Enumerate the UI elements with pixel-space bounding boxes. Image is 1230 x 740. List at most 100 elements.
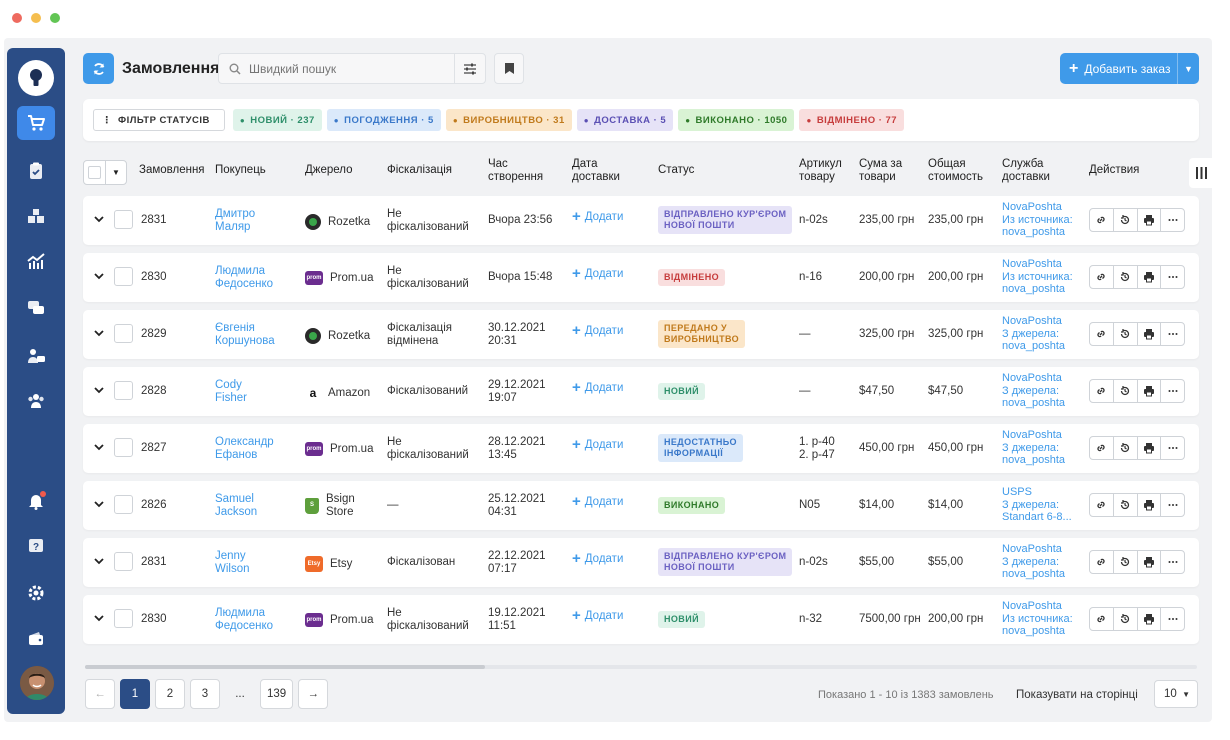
brand-logo[interactable] (18, 60, 54, 96)
status-chip[interactable]: ● ВІДМІНЕНО · 77 (799, 109, 905, 131)
col-delivery[interactable]: Дата доставки (572, 158, 620, 184)
add-delivery-date-button[interactable]: + Додати (572, 551, 623, 565)
prev-page-button[interactable]: ← (85, 679, 115, 709)
next-page-button[interactable]: → (298, 679, 329, 709)
add-order-button[interactable]: + Добавить заказ ▼ (1060, 53, 1199, 84)
copy-link-button[interactable] (1090, 608, 1114, 630)
copy-link-button[interactable] (1090, 551, 1114, 573)
history-button[interactable] (1114, 380, 1138, 402)
table-row[interactable]: 2831 Дмитро Маляр Rozetka Не фіскалізований Вч… (83, 196, 1199, 245)
sidebar-item-warehouse[interactable] (17, 199, 55, 233)
add-delivery-date-button[interactable]: + Додати (572, 323, 623, 337)
status-badge[interactable]: НОВИЙ (658, 383, 705, 400)
history-button[interactable] (1114, 323, 1138, 345)
table-row[interactable]: 2827 Олександр Ефанов prom Prom.ua Не фіскаліз… (83, 424, 1199, 473)
buyer-link[interactable]: Samuel Jackson (215, 493, 257, 518)
expand-row-icon[interactable] (94, 442, 104, 452)
col-created[interactable]: Час створення (488, 158, 543, 184)
copy-link-button[interactable] (1090, 323, 1114, 345)
more-options-button[interactable] (1161, 437, 1184, 459)
more-options-button[interactable] (1161, 380, 1184, 402)
buyer-link[interactable]: Cody Fisher (215, 379, 247, 404)
history-button[interactable] (1114, 608, 1138, 630)
print-button[interactable] (1138, 608, 1162, 630)
print-button[interactable] (1138, 551, 1162, 573)
copy-link-button[interactable] (1090, 266, 1114, 288)
col-buyer[interactable]: Покупець (215, 164, 266, 177)
add-delivery-date-button[interactable]: + Додати (572, 380, 623, 394)
saved-filters-button[interactable] (494, 53, 524, 84)
row-checkbox[interactable] (114, 438, 133, 457)
history-button[interactable] (1114, 209, 1138, 231)
row-checkbox[interactable] (114, 324, 133, 343)
expand-row-icon[interactable] (94, 556, 104, 566)
row-checkbox[interactable] (114, 210, 133, 229)
maximize-window-dot[interactable] (50, 13, 60, 23)
buyer-link[interactable]: Євгенія Коршунова (215, 322, 275, 347)
table-row[interactable]: 2828 Cody Fisher a Amazon Фіскалізований 29.12… (83, 367, 1199, 416)
horizontal-scrollbar[interactable] (85, 665, 1197, 669)
order-number[interactable]: 2827 (141, 442, 167, 455)
col-order[interactable]: Замовлення (139, 164, 205, 177)
status-chip[interactable]: ● ВИКОНАНО · 1050 (678, 109, 795, 131)
shipping-service[interactable]: NovaPoshta Из источника: nova_poshta (1002, 600, 1073, 638)
sidebar-item-analytics[interactable] (17, 244, 55, 278)
sidebar-item-settings[interactable] (17, 576, 55, 610)
page-button[interactable]: 2 (155, 679, 185, 709)
sidebar-item-support[interactable] (17, 339, 55, 373)
print-button[interactable] (1138, 380, 1162, 402)
order-number[interactable]: 2830 (141, 613, 167, 626)
more-options-button[interactable] (1161, 551, 1184, 573)
print-button[interactable] (1138, 494, 1162, 516)
col-source[interactable]: Джерело (305, 164, 353, 177)
order-number[interactable]: 2830 (141, 271, 167, 284)
select-all-checkbox[interactable] (84, 161, 106, 184)
order-number[interactable]: 2831 (141, 556, 167, 569)
copy-link-button[interactable] (1090, 380, 1114, 402)
sidebar-item-wallet[interactable] (17, 622, 55, 656)
status-chip[interactable]: ● ПОГОДЖЕННЯ · 5 (326, 109, 441, 131)
status-badge[interactable]: ВІДПРАВЛЕНО КУР'ЄРОМ НОВОЇ ПОШТИ (658, 206, 793, 234)
page-button[interactable]: 3 (190, 679, 220, 709)
col-total[interactable]: Общая стоимость (928, 158, 983, 184)
shipping-service[interactable]: NovaPoshta З джерела: nova_poshta (1002, 543, 1065, 581)
add-delivery-date-button[interactable]: + Додати (572, 266, 623, 280)
chevron-down-icon[interactable]: ▼ (106, 161, 126, 184)
sidebar-item-chats[interactable] (17, 291, 55, 325)
col-sum[interactable]: Сума за товари (859, 158, 902, 184)
more-options-button[interactable] (1161, 323, 1184, 345)
shipping-service[interactable]: NovaPoshta Из источника: nova_poshta (1002, 201, 1073, 239)
add-delivery-date-button[interactable]: + Додати (572, 494, 623, 508)
shipping-service[interactable]: NovaPoshta З джерела: nova_poshta (1002, 429, 1065, 467)
status-chip[interactable]: ● ДОСТАВКА · 5 (576, 109, 674, 131)
expand-row-icon[interactable] (94, 499, 104, 509)
add-delivery-date-button[interactable]: + Додати (572, 437, 623, 451)
status-badge[interactable]: ПЕРЕДАНО У ВИРОБНИЦТВО (658, 320, 746, 348)
shipping-service[interactable]: NovaPoshta З джерела: nova_poshta (1002, 315, 1065, 353)
print-button[interactable] (1138, 323, 1162, 345)
table-row[interactable]: 2831 Jenny Wilson Etsy Etsy Фіскалізован 22.12… (83, 538, 1199, 587)
copy-link-button[interactable] (1090, 437, 1114, 459)
buyer-link[interactable]: Людмила Федосенко (215, 265, 273, 290)
more-options-button[interactable] (1161, 266, 1184, 288)
add-delivery-date-button[interactable]: + Додати (572, 209, 623, 223)
col-status[interactable]: Статус (658, 164, 694, 177)
table-row[interactable]: 2830 Людмила Федосенко prom Prom.ua Не фіскалі… (83, 253, 1199, 302)
add-delivery-date-button[interactable]: + Додати (572, 608, 623, 622)
status-chip[interactable]: ● НОВИЙ · 237 (232, 109, 322, 131)
add-order-dropdown[interactable]: ▼ (1177, 53, 1199, 84)
minimize-window-dot[interactable] (31, 13, 41, 23)
add-order-main[interactable]: + Добавить заказ (1060, 53, 1177, 84)
copy-link-button[interactable] (1090, 494, 1114, 516)
sidebar-item-users[interactable] (17, 384, 55, 418)
history-button[interactable] (1114, 494, 1138, 516)
shipping-service[interactable]: NovaPoshta Из источника: nova_poshta (1002, 258, 1073, 296)
sidebar-item-notifications[interactable] (17, 484, 55, 518)
more-options-button[interactable] (1161, 209, 1184, 231)
status-badge[interactable]: ВИКОНАНО (658, 497, 726, 514)
print-button[interactable] (1138, 209, 1162, 231)
history-button[interactable] (1114, 266, 1138, 288)
search-input[interactable] (249, 61, 449, 76)
print-button[interactable] (1138, 437, 1162, 459)
more-options-button[interactable] (1161, 494, 1184, 516)
